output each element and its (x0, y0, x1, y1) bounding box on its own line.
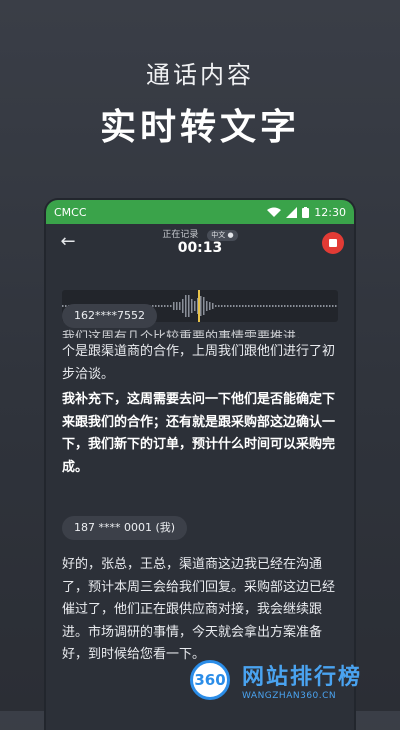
waveform-bar (176, 302, 178, 310)
waveform-bar (275, 305, 277, 307)
waveform-bar (302, 305, 304, 307)
waveform-bar (332, 305, 334, 307)
waveform-bar (317, 305, 319, 307)
waveform-bar (62, 305, 64, 307)
waveform-bar (239, 305, 241, 307)
waveform-bar (287, 305, 289, 307)
waveform-bar (194, 301, 196, 311)
transcript-paragraph-highlighted: 我补充下，这周需要去问一下他们是否能确定下来跟我们的合作；还有就是跟采购部这边确… (62, 392, 336, 475)
waveform-bar (164, 305, 166, 307)
waveform-bar (167, 305, 169, 307)
waveform-bar (218, 305, 220, 307)
watermark-logo: 360 (190, 659, 230, 700)
waveform-bar (236, 305, 238, 307)
waveform-bar (251, 305, 253, 307)
battery-icon (302, 206, 310, 218)
waveform-bar (329, 305, 331, 307)
waveform-bar (206, 301, 208, 311)
waveform-bar (233, 305, 235, 307)
waveform-bar (263, 305, 265, 307)
waveform-bar (227, 305, 229, 307)
playhead-cursor (198, 290, 200, 322)
speaker-badge-other: 162****7552 (62, 304, 157, 328)
waveform-bar (224, 305, 226, 307)
promo-subtitle: 通话内容 (146, 61, 254, 89)
stop-icon (329, 239, 337, 247)
watermark-logo-text: 360 (194, 670, 226, 689)
waveform-bar (248, 305, 250, 307)
waveform-bar (245, 305, 247, 307)
watermark-url: WANGZHAN360.CN (242, 690, 337, 701)
partial-transcript-line: 我们这周有几个比较重要的事情需要推进。 (62, 330, 310, 338)
waveform-bar (161, 305, 163, 307)
waveform-bar (230, 305, 232, 307)
app-header: ← 正在记录 中文 ● 00:13 (46, 224, 354, 264)
waveform-bar (299, 305, 301, 307)
waveform-bar (221, 305, 223, 307)
recording-status-text: 正在记录 (162, 230, 199, 240)
recording-timer: 00:13 (177, 240, 223, 256)
waveform-bar (320, 305, 322, 307)
recording-status: 正在记录 中文 ● (46, 227, 354, 241)
waveform-bar (326, 305, 328, 307)
waveform-bar (200, 296, 202, 316)
waveform-bar (296, 305, 298, 307)
waveform-bar (170, 305, 172, 307)
waveform-bar (215, 305, 217, 307)
signal-icon (286, 206, 298, 218)
waveform-bar (281, 305, 283, 307)
waveform-bar (314, 305, 316, 307)
waveform-bar (269, 305, 271, 307)
waveform-bar (311, 305, 313, 307)
status-bar: CMCC 12:30 (46, 200, 354, 224)
transcript-paragraph: 个是跟渠道商的合作，上周我们跟他们进行了初步洽谈。 (62, 344, 336, 382)
watermark-name: 网站排行榜 (242, 664, 363, 690)
speaker-badge-me: 187 **** 0001 (我) (62, 516, 188, 540)
waveform-bar (290, 305, 292, 307)
waveform-bar (191, 299, 193, 313)
waveform-bar (254, 305, 256, 307)
wifi-icon (267, 207, 282, 217)
waveform-bar (323, 305, 325, 307)
waveform-bar (293, 305, 295, 307)
waveform-bar (185, 295, 187, 317)
waveform-bar (209, 302, 211, 310)
waveform-bar (212, 303, 214, 309)
waveform-bar (308, 305, 310, 307)
site-watermark: 360 网站排行榜 WANGZHAN360.CN (190, 648, 400, 711)
waveform-bar (182, 299, 184, 313)
waveform-bar (173, 302, 175, 310)
promo-title: 实时转文字 (99, 107, 300, 148)
waveform-bar (266, 305, 268, 307)
carrier-label: CMCC (54, 205, 87, 219)
waveform-bar (335, 305, 337, 307)
clock-label: 12:30 (314, 205, 346, 219)
language-badge-label: 中文 (211, 231, 226, 239)
waveform-bar (203, 297, 205, 315)
waveform-bar (305, 305, 307, 307)
stop-recording-button[interactable] (322, 232, 344, 254)
speaker-label: 162****7552 (74, 309, 145, 322)
waveform-bar (155, 305, 157, 307)
waveform-bar (278, 305, 280, 307)
waveform-bar (158, 305, 160, 307)
speaker-label: 187 **** 0001 (我) (74, 521, 176, 534)
waveform-bar (188, 295, 190, 317)
waveform-bar (272, 305, 274, 307)
waveform-bar (179, 302, 181, 310)
waveform-bar (257, 305, 259, 307)
waveform-bar (242, 305, 244, 307)
waveform-bar (260, 305, 262, 307)
waveform-bar (284, 305, 286, 307)
